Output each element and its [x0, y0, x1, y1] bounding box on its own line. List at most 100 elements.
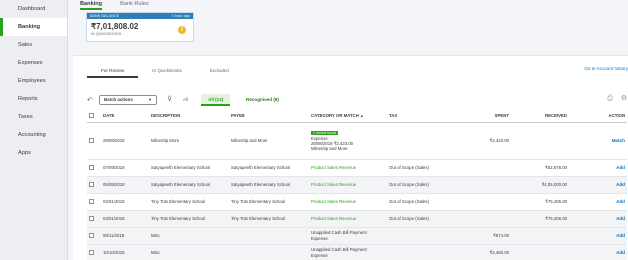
cell-payee: [229, 244, 309, 260]
filter-icon[interactable]: ⊽: [167, 95, 172, 103]
row-checkbox-cell: [87, 193, 101, 211]
cell-spent: ₹874.00: [453, 227, 511, 245]
cell-received: ₹75,406.00: [511, 210, 569, 228]
cell-category[interactable]: Product Sales Revenue: [309, 159, 387, 177]
print-icon[interactable]: ⎙: [607, 95, 613, 102]
cell-description: Tiny Tots Elementary School: [149, 210, 229, 228]
cell-tax: [387, 227, 453, 245]
col-description[interactable]: DESCRIPTION: [149, 110, 229, 123]
cell-description: Misc: [149, 244, 229, 260]
cell-received: ₹52,678.00: [511, 159, 569, 177]
go-to-register-link[interactable]: Go to Account history: [584, 66, 628, 71]
match-button[interactable]: Match: [569, 122, 627, 160]
table-row[interactable]: 04/01/2018 Tiny Tots Elementary School T…: [87, 210, 627, 228]
nav-item-banking[interactable]: Banking: [0, 18, 67, 36]
table-row[interactable]: 04/01/2018 Tiny Tots Elementary School T…: [87, 193, 627, 211]
select-all-checkbox[interactable]: [89, 112, 94, 118]
pill-all[interactable]: All (12): [201, 94, 231, 106]
cell-category[interactable]: Product Sales Revenue: [309, 210, 387, 228]
nav-item-taxes[interactable]: Taxes: [0, 108, 67, 126]
settings-icon[interactable]: ⚙: [621, 95, 627, 102]
cell-tax: [387, 122, 453, 160]
cell-tax: Out of Scope (Sales): [387, 159, 453, 177]
add-button[interactable]: Add: [569, 193, 627, 211]
batch-actions-button[interactable]: Batch actions ▼: [99, 95, 157, 105]
table-row[interactable]: 10/10/2018 Misc Unapplied Cash Bill Paym…: [87, 244, 627, 260]
col-category[interactable]: CATEGORY OR MATCH ▲: [309, 110, 387, 123]
tab-bank-rules[interactable]: Bank Rules: [120, 0, 149, 10]
review-tabs: For Review In QuickBooks Excluded: [87, 66, 243, 78]
row-checkbox-cell: [87, 159, 101, 177]
row-checkbox[interactable]: [89, 215, 94, 221]
cell-description: Satyapeeth Elementary School: [149, 176, 229, 194]
bank-updated-label: 1 hour ago: [171, 14, 190, 18]
pill-recognised[interactable]: Recognised (8): [239, 94, 286, 106]
add-button[interactable]: Add: [569, 176, 627, 194]
col-payee[interactable]: PAYEE: [229, 110, 309, 123]
row-checkbox-cell: [87, 176, 101, 194]
cell-category[interactable]: Product Sales Revenue: [309, 193, 387, 211]
cell-date: 05/09/2018: [101, 176, 149, 194]
tab-banking[interactable]: Banking: [80, 0, 103, 10]
cell-category[interactable]: Product Sales Revenue: [309, 176, 387, 194]
cell-description: Misc: [149, 227, 229, 245]
toolbar-right-icons: ⎙ ⚙: [607, 94, 627, 103]
cell-date: 28/08/2018: [101, 122, 149, 160]
row-checkbox-cell: [87, 244, 101, 260]
col-tax[interactable]: TAX: [387, 110, 453, 123]
row-checkbox[interactable]: [89, 137, 94, 143]
cell-received: ₹4,05,000.00: [511, 176, 569, 194]
table-row[interactable]: 28/08/2018 Milroship More Milroship and …: [87, 122, 627, 160]
row-checkbox[interactable]: [89, 232, 94, 238]
match-found-badge: 1 record found: [311, 130, 339, 135]
nav-item-expenses[interactable]: Expenses: [0, 54, 67, 72]
filter-all-label[interactable]: All: [183, 97, 188, 102]
cell-payee: Satyapeeth Elementary School: [229, 176, 309, 194]
add-button[interactable]: Add: [569, 159, 627, 177]
row-checkbox[interactable]: [89, 181, 94, 187]
undo-icon[interactable]: ↶: [87, 96, 93, 104]
cell-date: 10/10/2018: [101, 244, 149, 260]
table-row[interactable]: 08/11/2018 Misc Unapplied Cash Bill Paym…: [87, 227, 627, 245]
cell-payee: [229, 227, 309, 245]
nav-item-dashboard[interactable]: Dashboard: [0, 0, 67, 18]
match-payee: Milroship and More: [311, 146, 348, 152]
cell-received: [511, 227, 569, 245]
cell-category[interactable]: Unapplied Cash Bill Payment Expense: [309, 244, 387, 260]
add-button[interactable]: Add: [569, 227, 627, 245]
nav-item-accounting[interactable]: Accounting: [0, 126, 67, 144]
col-received[interactable]: RECEIVED: [511, 110, 569, 123]
table-row[interactable]: 05/09/2018 Satyapeeth Elementary School …: [87, 176, 627, 194]
nav-item-sales[interactable]: Sales: [0, 36, 67, 54]
cell-spent: [453, 193, 511, 211]
nav-item-apps[interactable]: Apps: [0, 144, 67, 162]
select-all-cell: [87, 110, 101, 123]
row-checkbox[interactable]: [89, 164, 94, 170]
row-checkbox-cell: [87, 122, 101, 160]
sort-arrow-icon: ▲: [360, 114, 364, 119]
table-row[interactable]: 07/09/2018 Satyapeeth Elementary School …: [87, 159, 627, 177]
row-checkbox[interactable]: [89, 249, 94, 255]
cell-tax: Out of Scope (Sales): [387, 176, 453, 194]
nav-item-employees[interactable]: Employees: [0, 72, 67, 90]
cell-date: 08/11/2018: [101, 227, 149, 245]
add-button[interactable]: Add: [569, 244, 627, 260]
tab-for-review[interactable]: For Review: [87, 66, 139, 78]
col-date[interactable]: DATE: [101, 110, 149, 123]
cell-payee: Satyapeeth Elementary School: [229, 159, 309, 177]
warning-icon[interactable]: !: [178, 26, 186, 34]
nav-item-reports[interactable]: Reports: [0, 90, 67, 108]
tab-excluded[interactable]: Excluded: [196, 66, 243, 78]
add-button[interactable]: Add: [569, 210, 627, 228]
row-checkbox[interactable]: [89, 198, 94, 204]
tab-in-quickbooks[interactable]: In QuickBooks: [138, 66, 196, 78]
cell-spent: ₹2,423.00: [453, 122, 511, 160]
col-spent[interactable]: SPENT: [453, 110, 511, 123]
category-line-2: Expense: [311, 235, 328, 241]
bank-account-card[interactable]: BANK BALANCE 1 hour ago ₹7,01,808.02 IN …: [86, 12, 194, 42]
cell-category[interactable]: 1 record found Expense 28/08/2018 ₹2,423…: [309, 122, 387, 160]
top-tabs: Banking Bank Rules: [80, 0, 149, 10]
bank-balance-sublabel: IN QUICKBOOKS: [91, 32, 122, 36]
cell-category[interactable]: Unapplied Cash Bill Payment Expense: [309, 227, 387, 245]
transactions-table: DATE DESCRIPTION PAYEE CATEGORY OR MATCH…: [87, 110, 627, 260]
